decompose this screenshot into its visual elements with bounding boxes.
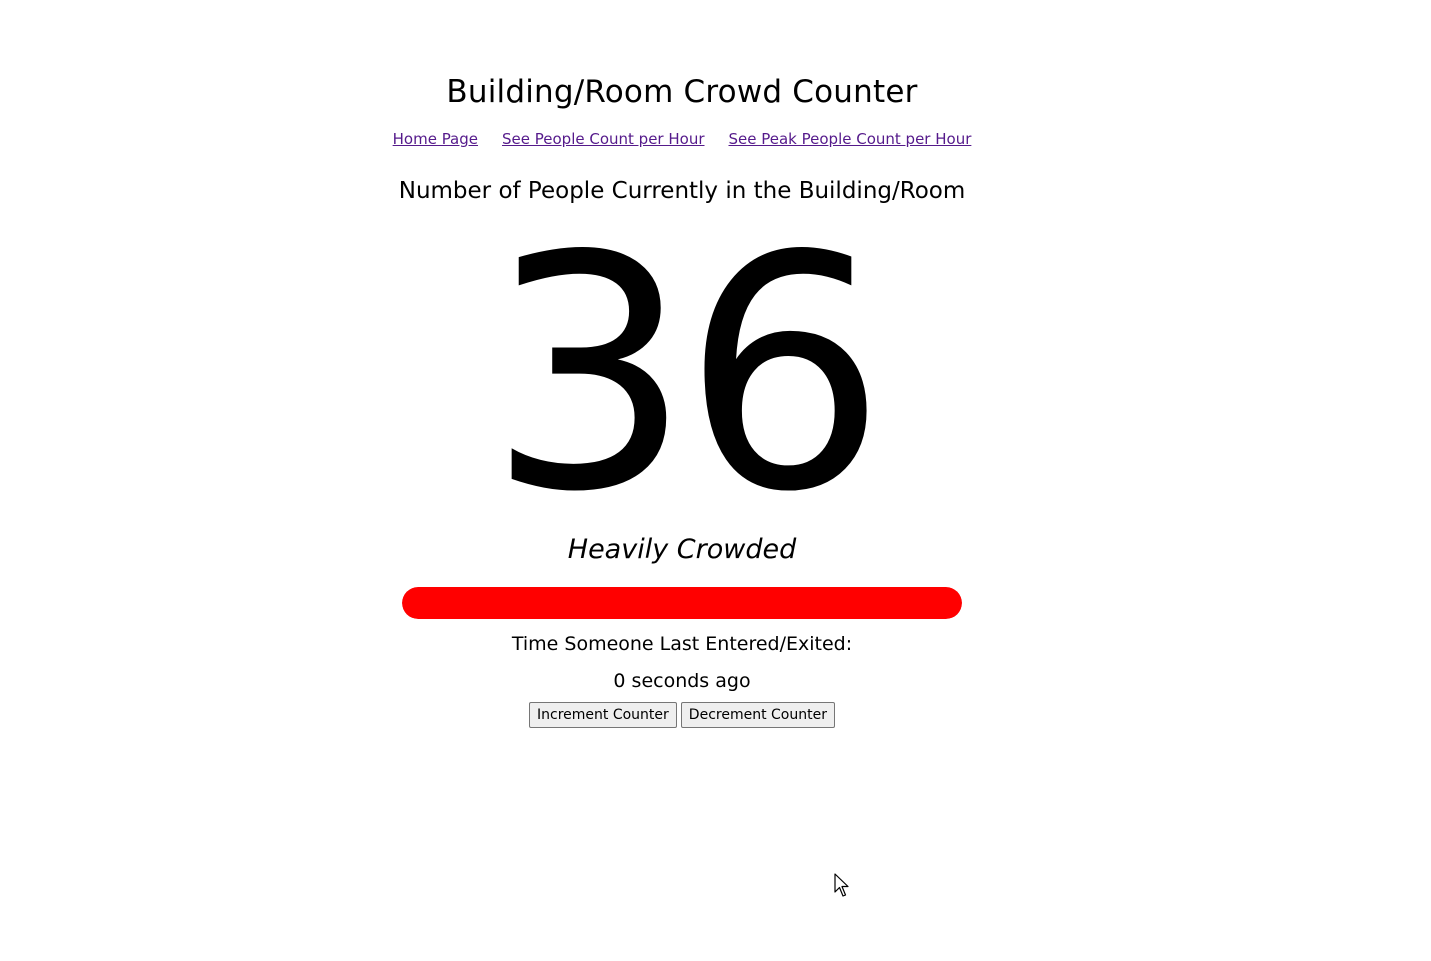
counter-controls: Increment Counter Decrement Counter <box>402 702 962 728</box>
decrement-counter-button[interactable]: Decrement Counter <box>680 702 835 728</box>
crowd-level-fill <box>402 587 962 619</box>
increment-counter-button[interactable]: Increment Counter <box>529 702 677 728</box>
nav-links: Home Page See People Count per Hour See … <box>393 128 972 150</box>
nav-link-people-count-per-hour[interactable]: See People Count per Hour <box>502 128 704 150</box>
crowd-status-label: Heavily Crowded <box>567 534 797 565</box>
people-count: 36 <box>487 187 887 562</box>
nav-link-peak-people-count-per-hour[interactable]: See Peak People Count per Hour <box>729 128 972 150</box>
last-activity-label: Time Someone Last Entered/Exited: <box>511 633 853 655</box>
page-title: Building/Room Crowd Counter <box>446 74 918 110</box>
last-activity-value: 0 seconds ago <box>613 670 751 692</box>
nav-link-home[interactable]: Home Page <box>393 128 478 150</box>
mouse-pointer-icon <box>834 873 849 897</box>
crowd-level-bar <box>402 587 962 619</box>
